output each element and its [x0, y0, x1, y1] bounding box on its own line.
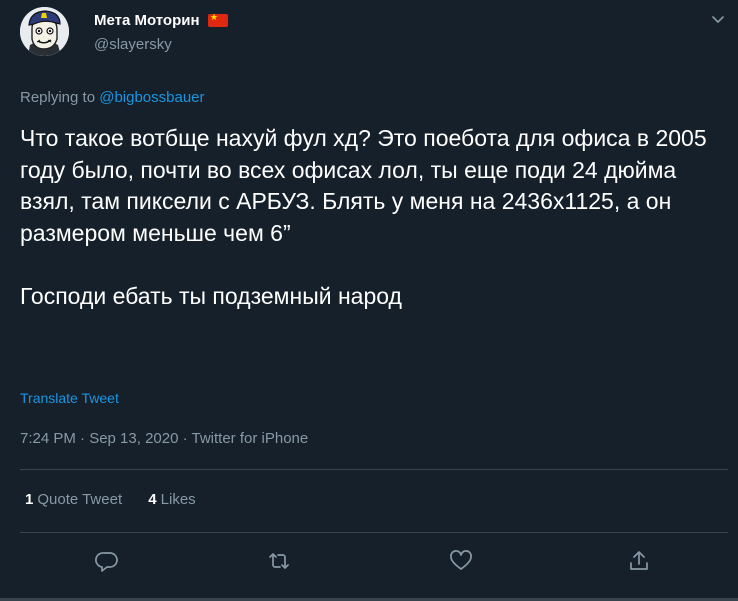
avatar-cartoon-icon [20, 7, 69, 56]
translate-tweet-link[interactable]: Translate Tweet [20, 390, 119, 406]
tweet-text: Что такое вотбще нахуй фул хд? Это поебо… [20, 125, 707, 309]
quote-count: 1 [25, 491, 34, 508]
reply-icon[interactable] [94, 548, 120, 574]
divider [20, 532, 728, 533]
tweet-stats: 1 Quote Tweet 4 Likes [25, 491, 218, 508]
tweet-timestamp[interactable]: 7:24 PM · Sep 13, 2020 · Twitter for iPh… [20, 430, 308, 447]
reply-mention-link[interactable]: @bigbossbauer [99, 89, 204, 106]
author-display-name[interactable]: Мета Моторин [94, 12, 200, 29]
quote-tweets-stat[interactable]: 1 Quote Tweet [25, 491, 122, 508]
author-block: Мета Моторин ★ @slayersky [94, 12, 228, 53]
replying-to: Replying to @bigbossbauer [20, 89, 205, 106]
quote-label: Quote Tweet [37, 491, 123, 508]
like-count: 4 [148, 491, 157, 508]
share-icon[interactable] [626, 548, 652, 574]
chevron-down-icon[interactable] [710, 12, 726, 28]
author-handle[interactable]: @slayersky [94, 36, 228, 53]
action-bar [0, 548, 738, 578]
replying-to-label: Replying to [20, 89, 100, 106]
likes-stat[interactable]: 4 Likes [148, 491, 195, 508]
avatar[interactable] [20, 7, 69, 56]
tweet-detail: Мета Моторин ★ @slayersky Replying to @b… [0, 0, 738, 601]
china-flag-icon: ★ [208, 13, 228, 28]
like-icon[interactable] [448, 548, 474, 574]
retweet-icon[interactable] [266, 548, 292, 574]
divider [20, 469, 728, 470]
like-label: Likes [160, 491, 196, 508]
